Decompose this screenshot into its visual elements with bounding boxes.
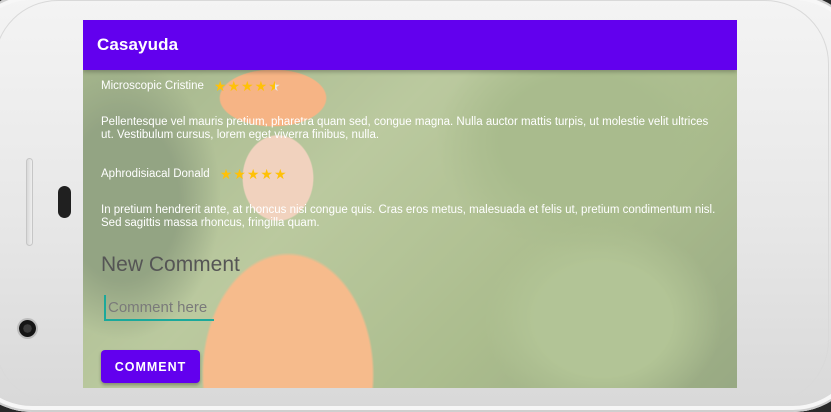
- star-icon: ★: [227, 78, 241, 94]
- reviewer-name: Aphrodisiacal Donald: [101, 168, 210, 180]
- reviews-list: Microscopic Cristine ★ ★ ★ ★ ★ Pellentes…: [101, 76, 721, 230]
- review-text: Pellentesque vel mauris pretium, pharetr…: [101, 116, 709, 141]
- rating-stars: ★ ★ ★ ★ ★: [214, 79, 282, 93]
- speaker-grille: [26, 158, 33, 246]
- rating-stars: ★ ★ ★ ★ ★: [220, 167, 288, 181]
- review-item: Microscopic Cristine ★ ★ ★ ★ ★ Pellentes…: [101, 76, 721, 142]
- review-text: In pretium hendrerit ante, at rhoncus ni…: [101, 204, 716, 229]
- proximity-sensor: [58, 186, 71, 218]
- star-icon: ★: [219, 166, 233, 182]
- star-icon: ★: [213, 78, 227, 94]
- comment-input[interactable]: [104, 295, 214, 321]
- review-header: Microscopic Cristine ★ ★ ★ ★ ★: [101, 76, 721, 96]
- star-icon: ★: [260, 166, 273, 182]
- reviewer-name: Microscopic Cristine: [101, 80, 204, 92]
- app-bar: Casayuda: [83, 20, 737, 70]
- star-icon: ★: [233, 166, 246, 182]
- half-star-icon: ★: [268, 78, 281, 94]
- review-item: Aphrodisiacal Donald ★ ★ ★ ★ ★ In pretiu…: [101, 164, 721, 230]
- app-title: Casayuda: [97, 35, 179, 54]
- star-icon: ★: [241, 78, 254, 94]
- comment-button[interactable]: COMMENT: [101, 350, 200, 383]
- star-icon: ★: [273, 166, 287, 182]
- star-icon: ★: [246, 166, 260, 182]
- front-camera-icon: [19, 320, 36, 337]
- app-screen: Casayuda Microscopic Cristine ★ ★ ★ ★ ★ …: [83, 20, 737, 388]
- new-comment-title: New Comment: [101, 253, 240, 276]
- star-icon: ★: [254, 78, 268, 94]
- review-header: Aphrodisiacal Donald ★ ★ ★ ★ ★: [101, 164, 721, 184]
